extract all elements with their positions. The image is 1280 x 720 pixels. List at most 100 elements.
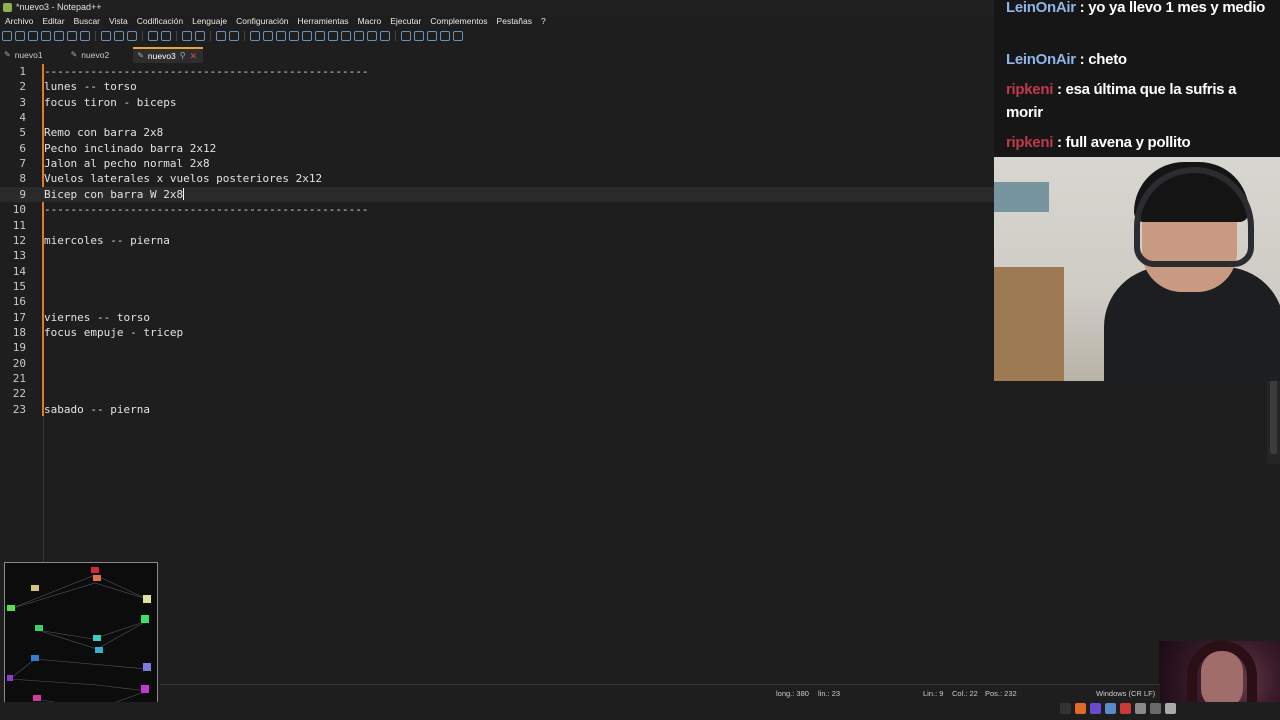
print-icon[interactable]: [80, 31, 90, 41]
line-text[interactable]: Vuelos laterales x vuelos posteriores 2x…: [44, 171, 322, 186]
tray-app-icon[interactable]: [1165, 703, 1176, 714]
status-eol[interactable]: Windows (CR LF): [1096, 685, 1155, 702]
pin-icon[interactable]: ⚲: [180, 48, 186, 64]
chat-message: LeinOnAir : yo ya llevo 1 mes y medio: [1006, 0, 1266, 16]
editor-line[interactable]: 20: [0, 356, 1000, 371]
language-icon[interactable]: [315, 31, 325, 41]
menu-ejecutar[interactable]: Ejecutar: [385, 15, 425, 28]
editor-line[interactable]: 8 Vuelos laterales x vuelos posteriores 2…: [0, 171, 1000, 186]
tray-app-icon[interactable]: [1105, 703, 1116, 714]
line-text[interactable]: Remo con barra 2x8: [44, 125, 163, 140]
menu-editar[interactable]: Editar: [37, 15, 68, 28]
record-macro-icon[interactable]: [401, 31, 411, 41]
editor-line[interactable]: 13: [0, 248, 1000, 263]
word-wrap-icon[interactable]: [276, 31, 286, 41]
line-number: 9: [19, 187, 26, 201]
tray-app-icon[interactable]: [1150, 703, 1161, 714]
close-all-icon[interactable]: [67, 31, 77, 41]
editor-line[interactable]: 15: [0, 279, 1000, 294]
run-macro-multiple-icon[interactable]: [440, 31, 450, 41]
editor-line[interactable]: 6 Pecho inclinado barra 2x12: [0, 141, 1000, 156]
indent-guide-icon[interactable]: [302, 31, 312, 41]
sync-horizontal-icon[interactable]: [263, 31, 273, 41]
tray-app-icon[interactable]: [1120, 703, 1131, 714]
save-all-icon[interactable]: [41, 31, 51, 41]
show-all-chars-icon[interactable]: [289, 31, 299, 41]
stop-macro-icon[interactable]: [414, 31, 424, 41]
menu-pestanas[interactable]: Pestañas: [492, 15, 536, 28]
editor-line[interactable]: 21: [0, 371, 1000, 386]
tab-nuevo1[interactable]: ✎ nuevo1: [0, 47, 49, 63]
line-text[interactable]: sabado -- pierna: [44, 402, 150, 417]
menu-macro[interactable]: Macro: [353, 15, 386, 28]
line-text[interactable]: miercoles -- pierna: [44, 233, 170, 248]
menu-vista[interactable]: Vista: [104, 15, 132, 28]
editor-line[interactable]: 1 ---------------------------------------…: [0, 64, 1000, 79]
chat-username: LeinOnAir: [1006, 0, 1076, 16]
find-icon[interactable]: [182, 31, 192, 41]
line-number: 5: [19, 126, 26, 140]
zoom-out-icon[interactable]: [229, 31, 239, 41]
menu-herramientas[interactable]: Herramientas: [293, 15, 353, 28]
editor-line[interactable]: 17 viernes -- torso: [0, 310, 1000, 325]
chevron-up-icon[interactable]: [1060, 703, 1071, 714]
editor-line[interactable]: 23 sabado -- pierna: [0, 402, 1000, 417]
tab-nuevo3[interactable]: ✎ nuevo3 ⚲ ✕: [133, 47, 204, 64]
menu-complementos[interactable]: Complementos: [425, 15, 491, 28]
editor-line[interactable]: 10 --------------------------------------…: [0, 202, 1000, 217]
replace-icon[interactable]: [195, 31, 205, 41]
line-text[interactable]: viernes -- torso: [44, 310, 150, 325]
undo-icon[interactable]: [148, 31, 158, 41]
editor-line[interactable]: 16: [0, 294, 1000, 309]
document-map-icon[interactable]: [328, 31, 338, 41]
folder-workspace-icon[interactable]: [367, 31, 377, 41]
save-icon[interactable]: [28, 31, 38, 41]
tray-app-icon[interactable]: [1075, 703, 1086, 714]
editor-line[interactable]: 18 focus empuje - tricep: [0, 325, 1000, 340]
tab-nuevo2[interactable]: ✎ nuevo2: [67, 47, 116, 63]
menu-archivo[interactable]: Archivo: [0, 15, 37, 28]
play-macro-icon[interactable]: [427, 31, 437, 41]
cut-icon[interactable]: [101, 31, 111, 41]
editor-line[interactable]: 11: [0, 218, 1000, 233]
save-macro-icon[interactable]: [453, 31, 463, 41]
menu-buscar[interactable]: Buscar: [69, 15, 104, 28]
tray-app-icon[interactable]: [1090, 703, 1101, 714]
function-list-icon[interactable]: [354, 31, 364, 41]
line-text[interactable]: lunes -- torso: [44, 79, 137, 94]
sync-vertical-icon[interactable]: [250, 31, 260, 41]
steam-icon[interactable]: [1135, 703, 1146, 714]
editor-line[interactable]: 12 miercoles -- pierna: [0, 233, 1000, 248]
menu-configuracion[interactable]: Configuración: [231, 15, 292, 28]
line-text[interactable]: focus tiron - biceps: [44, 95, 176, 110]
open-file-icon[interactable]: [15, 31, 25, 41]
document-list-icon[interactable]: [341, 31, 351, 41]
monitoring-icon[interactable]: [380, 31, 390, 41]
paste-icon[interactable]: [127, 31, 137, 41]
zoom-in-icon[interactable]: [216, 31, 226, 41]
editor-line[interactable]: 9 Bicep con barra W 2x8: [0, 186, 1000, 203]
close-tab-icon[interactable]: ✕: [190, 48, 198, 64]
editor-line[interactable]: 14: [0, 264, 1000, 279]
menu-codificacion[interactable]: Codificación: [132, 15, 187, 28]
copy-icon[interactable]: [114, 31, 124, 41]
editor-line[interactable]: 4: [0, 110, 1000, 125]
editor-line[interactable]: 5 Remo con barra 2x8: [0, 125, 1000, 140]
editor-line[interactable]: 22: [0, 386, 1000, 401]
new-file-icon[interactable]: [2, 31, 12, 41]
menu-lenguaje[interactable]: Lenguaje: [187, 15, 231, 28]
line-text[interactable]: ----------------------------------------…: [44, 64, 369, 79]
editor-line[interactable]: 2 lunes -- torso: [0, 79, 1000, 94]
line-number: 13: [12, 249, 26, 263]
line-text[interactable]: focus empuje - tricep: [44, 325, 183, 340]
line-text[interactable]: Jalon al pecho normal 2x8: [44, 156, 210, 171]
menu-help[interactable]: ?: [536, 15, 550, 28]
editor-line[interactable]: 7 Jalon al pecho normal 2x8: [0, 156, 1000, 171]
redo-icon[interactable]: [161, 31, 171, 41]
line-text[interactable]: ----------------------------------------…: [44, 202, 369, 217]
editor-line[interactable]: 3 focus tiron - biceps: [0, 95, 1000, 110]
line-text[interactable]: Bicep con barra W 2x8: [44, 187, 185, 202]
line-text[interactable]: Pecho inclinado barra 2x12: [44, 141, 216, 156]
editor-line[interactable]: 19: [0, 340, 1000, 355]
close-file-icon[interactable]: [54, 31, 64, 41]
